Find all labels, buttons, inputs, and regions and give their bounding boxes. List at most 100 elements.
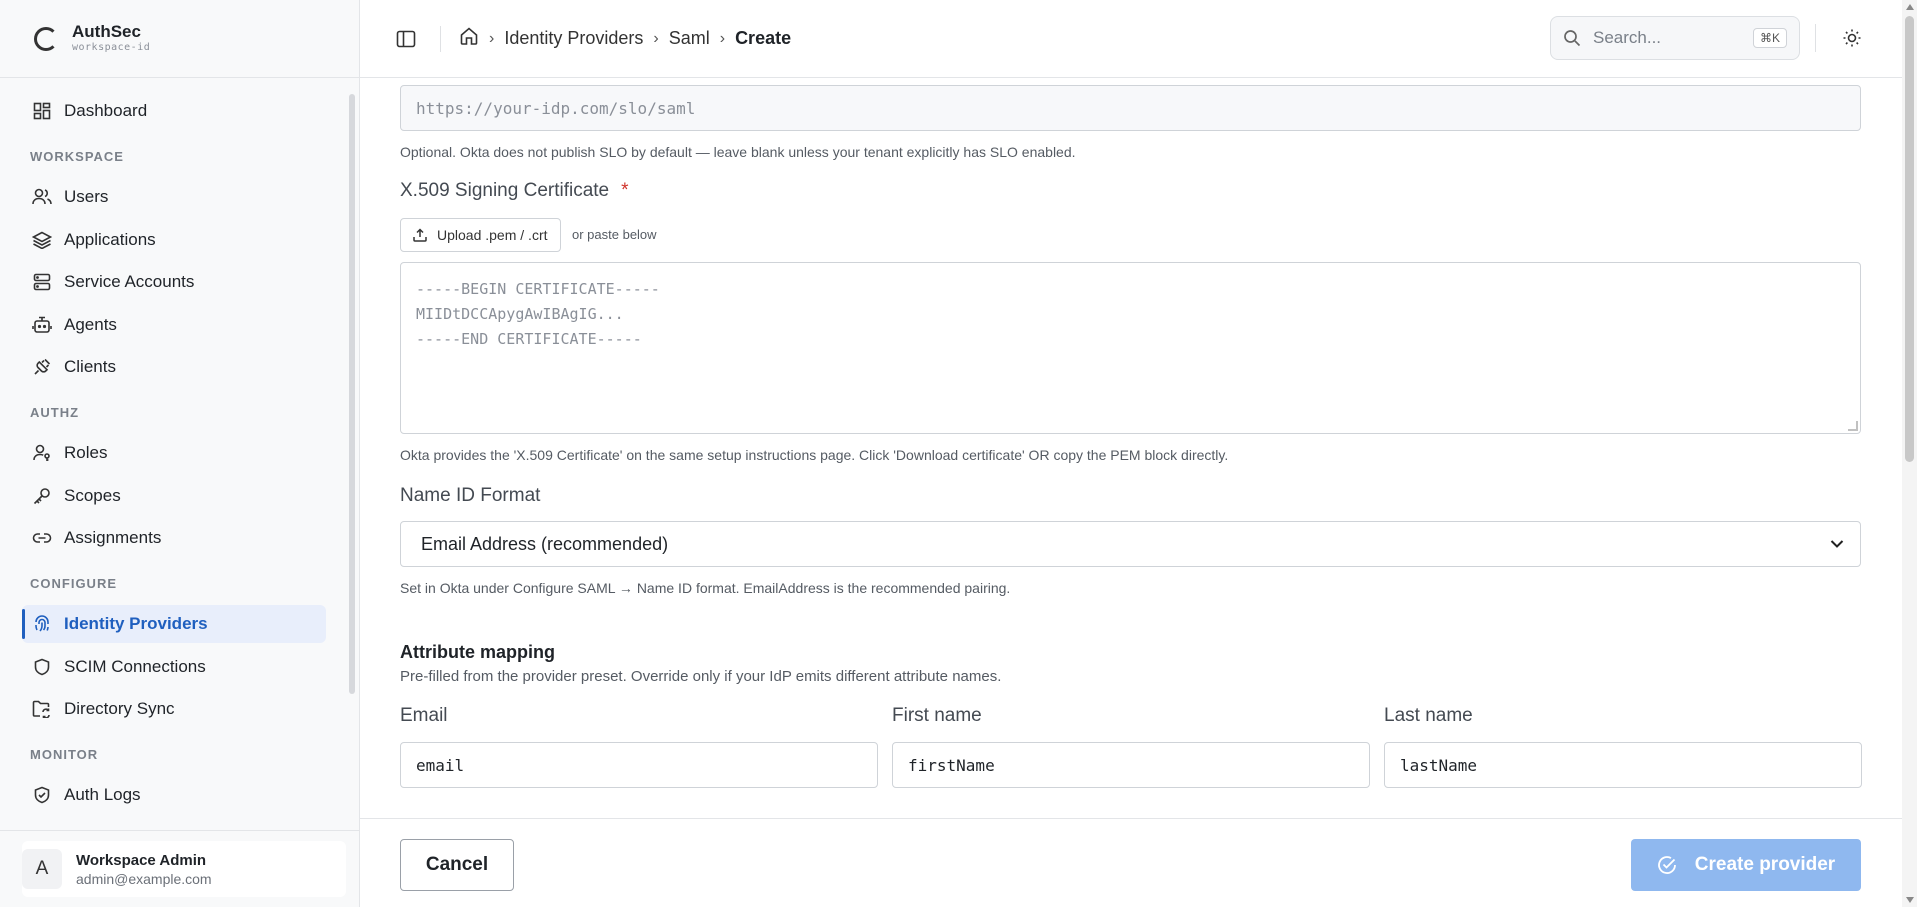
sidebar-item-label: SCIM Connections [64,656,206,676]
theme-toggle-button[interactable] [1840,26,1864,50]
chevron-right-icon: › [489,29,495,47]
certificate-label-text: X.509 Signing Certificate [400,180,610,201]
cert-placeholder-line: -----END CERTIFICATE----- [416,330,642,348]
brand-logo-icon [34,26,58,51]
required-marker: * [621,180,629,201]
main-scrollbar-thumb[interactable] [1905,16,1914,462]
slo-url-hint: Optional. Okta does not publish SLO by d… [400,144,1076,160]
toggle-sidebar-button[interactable] [392,25,420,53]
brand[interactable]: AuthSec workspace-id [0,0,359,78]
certificate-textarea[interactable]: -----BEGIN CERTIFICATE----- MIIDtDCCApyg… [400,262,1861,434]
cert-placeholder-line: -----BEGIN CERTIFICATE----- [416,280,660,298]
sidebar-item-label: Auth Logs [64,785,141,804]
sidebar-item-scim-connections[interactable]: SCIM Connections [22,648,326,686]
dashboard-icon [32,101,52,121]
user-name: Workspace Admin [76,851,207,869]
sidebar-item-label: Agents [64,314,117,334]
last-name-attr-input[interactable]: lastName [1384,742,1862,788]
sidebar-item-agents[interactable]: Agents [22,306,326,344]
avatar: A [22,849,62,889]
sidebar-item-clients[interactable]: Clients [22,348,326,386]
name-id-hint: Set in Okta under Configure SAML → Name … [400,580,1011,596]
breadcrumb-saml[interactable]: Saml [669,28,710,49]
sidebar-item-label: Scopes [64,485,121,505]
upload-certificate-button[interactable]: Upload .pem / .crt [400,218,561,252]
resize-handle-icon[interactable] [1848,421,1858,431]
check-circle-icon [1657,855,1677,875]
upload-label: Upload .pem / .crt [437,227,548,243]
search-placeholder: Search... [1593,28,1662,47]
slo-url-input[interactable]: https://your-idp.com/slo/saml [400,85,1861,131]
link-icon [32,528,52,548]
user-menu[interactable]: A Workspace Admin admin@example.com [22,841,346,897]
brand-name: AuthSec [72,21,141,41]
sidebar-item-assignments[interactable]: Assignments [22,519,326,557]
certificate-hint: Okta provides the 'X.509 Certificate' on… [400,447,1229,463]
first-name-attr-label: First name [892,705,982,726]
sidebar-item-auth-logs[interactable]: Auth Logs [22,776,326,814]
form-footer: Cancel Create provider [360,818,1902,907]
create-provider-label: Create provider [1694,854,1836,875]
sidebar-item-label: Roles [64,443,108,462]
email-attr-label: Email [400,705,448,726]
sidebar-item-scopes[interactable]: Scopes [22,477,326,515]
search-shortcut: ⌘K [1752,28,1787,48]
sidebar-item-service-accounts[interactable]: Service Accounts [22,263,326,301]
nav-section-configure: CONFIGURE [30,576,117,591]
sidebar-item-label: Service Accounts [64,272,195,291]
search-input[interactable]: Search... ⌘K [1550,16,1800,60]
name-id-format-select[interactable]: Email Address (recommended) [400,521,1861,567]
cancel-button[interactable]: Cancel [400,839,514,891]
main-content: https://your-idp.com/slo/saml Optional. … [360,78,1902,828]
sidebar-scrollbar-thumb[interactable] [349,94,355,694]
scroll-up-icon[interactable] [1906,4,1914,10]
attribute-mapping-subtitle: Pre-filled from the provider preset. Ove… [400,668,1002,685]
chevron-right-icon: › [653,29,659,47]
sidebar-item-label: Dashboard [64,101,148,120]
chevron-down-icon [1830,540,1844,548]
top-header: › Identity Providers › Saml › Create Sea… [360,0,1917,78]
bot-icon [32,315,52,335]
nav-section-workspace: WORKSPACE [30,149,124,164]
users-icon [32,187,52,207]
main-scrollbar[interactable] [1902,0,1917,907]
sidebar-scrollbar[interactable] [348,82,356,828]
sidebar-item-users[interactable]: Users [22,178,326,216]
nav-section-monitor: MONITOR [30,747,99,762]
user-divider [0,830,360,831]
sidebar-item-identity-providers[interactable]: Identity Providers [22,605,326,643]
email-attr-input[interactable]: email [400,742,878,788]
breadcrumb-identity-providers[interactable]: Identity Providers [504,28,643,49]
sidebar-item-label: Applications [64,229,156,249]
sidebar-item-applications[interactable]: Applications [22,221,326,259]
plug-icon [32,357,52,377]
server-icon [32,272,52,292]
sidebar-item-roles[interactable]: Roles [22,434,326,472]
shield-icon [32,657,52,677]
fingerprint-icon [32,614,52,634]
shield-check-icon [32,785,52,805]
sidebar-item-dashboard[interactable]: Dashboard [22,92,326,130]
folder-sync-icon [32,699,52,719]
name-id-label: Name ID Format [400,485,541,506]
sidebar-item-label: Assignments [64,528,162,547]
home-icon[interactable] [459,26,479,51]
nav-section-authz: AUTHZ [30,405,80,420]
sidebar-item-label: Identity Providers [64,614,208,633]
cert-placeholder-line: MIIDtDCCApygAwIBAgIG... [416,305,624,323]
upload-icon [413,228,427,242]
user-email: admin@example.com [76,870,212,887]
sidebar-toggle-icon [396,30,416,47]
name-id-selected: Email Address (recommended) [421,533,669,554]
workspace-id: workspace-id [72,41,151,53]
last-name-attr-label: Last name [1384,705,1473,726]
sidebar-item-directory-sync[interactable]: Directory Sync [22,690,326,728]
sidebar-item-label: Directory Sync [64,699,175,718]
sidebar-nav: Dashboard WORKSPACE Users Applications S… [0,78,346,830]
sidebar: AuthSec workspace-id Dashboard WORKSPACE… [0,0,360,907]
create-provider-button[interactable]: Create provider [1631,839,1861,891]
scroll-down-icon[interactable] [1906,897,1914,903]
layers-icon [32,230,52,250]
header-divider [1815,24,1816,52]
first-name-attr-input[interactable]: firstName [892,742,1370,788]
